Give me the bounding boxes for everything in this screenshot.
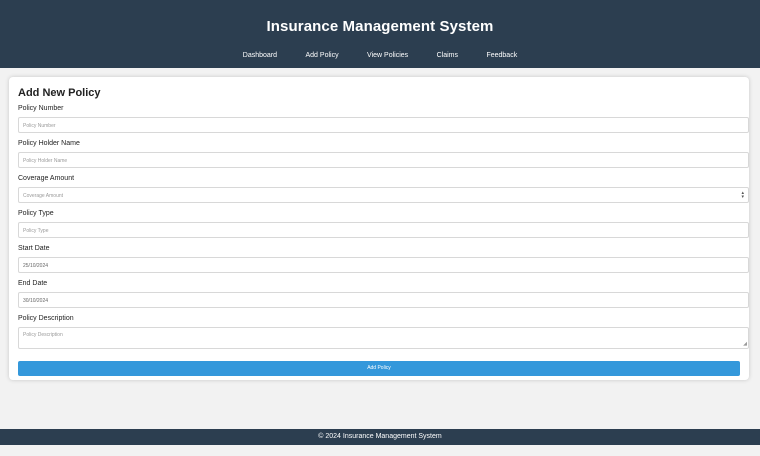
end-date-input[interactable]: 30/10/2024 xyxy=(18,292,749,308)
form-title: Add New Policy xyxy=(18,87,101,99)
end-date-label: End Date xyxy=(18,280,48,287)
main-nav: Dashboard Add Policy View Policies Claim… xyxy=(0,44,760,62)
site-title: Insurance Management System xyxy=(266,18,494,35)
coverage-amount-placeholder: Coverage Amount xyxy=(23,193,64,199)
policy-type-input[interactable]: Policy Type xyxy=(18,222,749,238)
add-policy-button[interactable]: Add Policy xyxy=(18,361,740,376)
policy-description-textarea[interactable]: Policy Description ◢ xyxy=(18,327,749,349)
nav-view-policies[interactable]: View Policies xyxy=(367,52,408,59)
coverage-amount-label: Coverage Amount xyxy=(18,175,75,182)
policy-number-label: Policy Number xyxy=(18,105,64,112)
policy-description-placeholder: Policy Description xyxy=(23,332,63,338)
policy-holder-name-input[interactable]: Policy Holder Name xyxy=(18,152,749,168)
site-header: Insurance Management System Dashboard Ad… xyxy=(0,0,760,68)
site-footer: © 2024 Insurance Management System xyxy=(0,429,760,445)
coverage-amount-input[interactable]: Coverage Amount ▴ ▾ xyxy=(18,187,749,203)
start-date-input[interactable]: 25/10/2024 xyxy=(18,257,749,273)
policy-type-label: Policy Type xyxy=(18,210,54,217)
nav-dashboard[interactable]: Dashboard xyxy=(243,52,277,59)
nav-feedback[interactable]: Feedback xyxy=(486,52,517,59)
add-policy-form: Add New Policy Policy Number Policy Numb… xyxy=(9,77,749,380)
number-stepper-icon[interactable]: ▴ ▾ xyxy=(741,191,744,200)
policy-number-input[interactable]: Policy Number xyxy=(18,117,749,133)
footer-text: © 2024 Insurance Management System xyxy=(318,433,442,440)
nav-add-policy[interactable]: Add Policy xyxy=(306,52,339,59)
start-date-label: Start Date xyxy=(18,245,50,252)
nav-claims[interactable]: Claims xyxy=(437,52,458,59)
resize-handle-icon[interactable]: ◢ xyxy=(743,341,747,347)
policy-description-label: Policy Description xyxy=(18,315,74,322)
policy-holder-name-label: Policy Holder Name xyxy=(18,140,80,147)
